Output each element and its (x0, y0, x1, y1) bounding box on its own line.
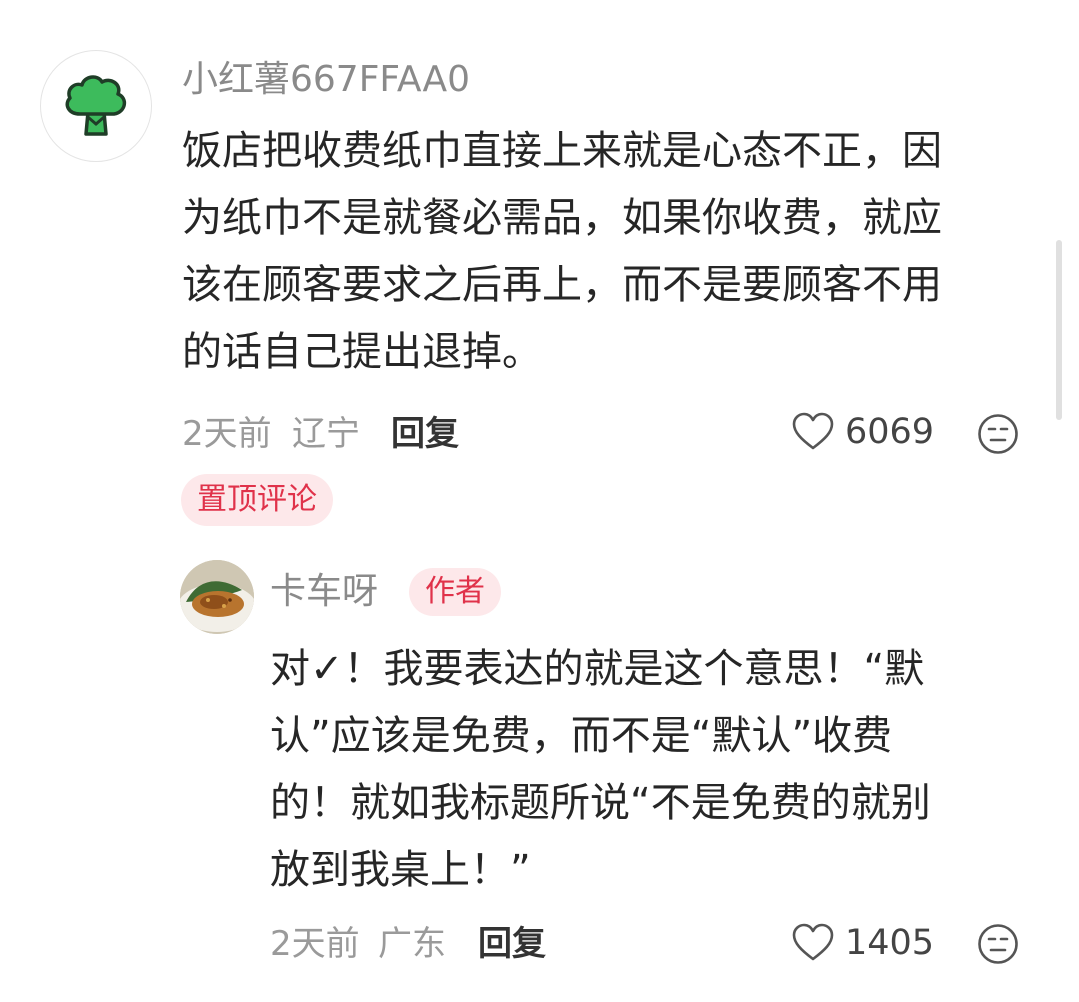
broccoli-icon (65, 75, 127, 136)
author-badge: 作者 (409, 568, 501, 616)
reply-dislike-button[interactable] (976, 922, 1020, 970)
comment-username[interactable]: 小红薯667FFAA0 (182, 58, 470, 102)
reply-username[interactable]: 卡车呀 (270, 570, 378, 614)
comment-text: 饭店把收费纸巾直接上来就是心态不正，因 为纸巾不是就餐必需品，如果你收费，就应 … (182, 128, 942, 375)
scrollbar[interactable] (1056, 240, 1062, 420)
reply-text: 对✓！我要表达的就是这个意思！“默 认”应该是免费，而不是“默认”收费 的！就如… (270, 646, 931, 893)
like-button[interactable]: 6069 (791, 410, 934, 454)
pinned-badge: 置顶评论 (181, 474, 333, 526)
reply-like-count: 1405 (845, 923, 935, 963)
reply-avatar[interactable] (180, 560, 254, 634)
food-photo-avatar (180, 560, 254, 634)
reply-button[interactable]: 回复 (391, 412, 459, 456)
heart-icon (792, 923, 834, 961)
comment-location: 辽宁 (292, 414, 360, 454)
heart-icon (792, 412, 834, 450)
comment-time: 2天前 (182, 414, 272, 454)
dislike-button[interactable] (976, 412, 1020, 460)
reply-reply-button[interactable]: 回复 (478, 922, 546, 966)
like-count: 6069 (845, 412, 935, 452)
meh-face-icon (978, 414, 1018, 454)
reply-location: 广东 (378, 924, 446, 964)
reply-time: 2天前 (270, 924, 360, 964)
avatar[interactable] (40, 50, 152, 162)
meh-face-icon (978, 924, 1018, 964)
reply-like-button[interactable]: 1405 (791, 921, 934, 965)
